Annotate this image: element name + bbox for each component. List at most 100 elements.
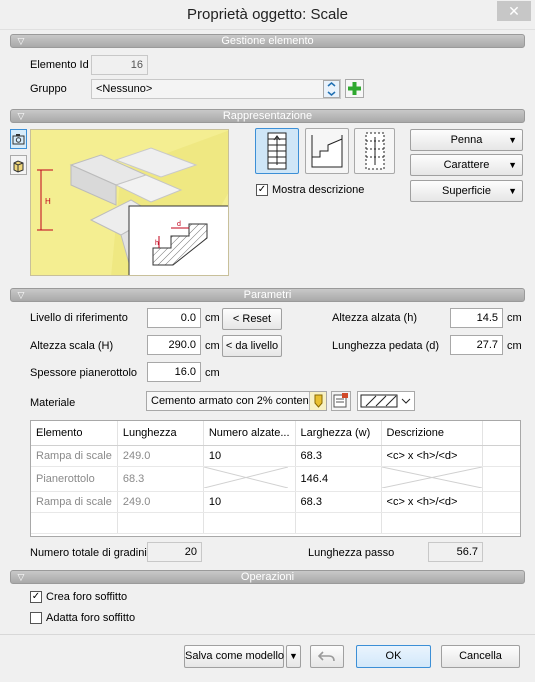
cell-numero-alzate[interactable]: 10 <box>203 445 296 467</box>
section-gestione-title: Gestione elemento <box>221 35 314 47</box>
material-swatch-icon[interactable] <box>309 392 326 410</box>
window-title: Proprietà oggetto: Scale <box>187 6 348 23</box>
section-parametri-title: Parametri <box>243 289 292 301</box>
dropdown-arrow-icon: ▼ <box>508 160 517 170</box>
section-parametri[interactable]: ▽ Parametri <box>10 288 525 302</box>
cell-descrizione[interactable]: <c> x <h>/<d> <box>381 445 483 467</box>
elements-table[interactable]: Elemento Lunghezza Numero alzate... Larg… <box>30 420 521 537</box>
ok-button[interactable]: OK <box>356 645 431 668</box>
plan-view-mode-button[interactable] <box>255 128 299 174</box>
cell-numero-alzate[interactable]: 10 <box>203 491 296 513</box>
lunghezza-pedata-input[interactable]: 27.7 <box>450 335 503 355</box>
cell-elemento: Rampa di scale <box>31 445 118 467</box>
column-header-lunghezza[interactable]: Lunghezza <box>117 421 204 446</box>
elemento-id-label: Elemento Id <box>30 59 89 71</box>
table-row[interactable]: Rampa di scale 249.0 10 68.3 <c> x <h>/<… <box>31 491 520 513</box>
cell-larghezza[interactable]: 68.3 <box>295 491 382 513</box>
cancella-button[interactable]: Cancella <box>441 645 520 668</box>
da-livello-button[interactable]: < da livello <box>222 335 282 357</box>
lunghezza-passo-label: Lunghezza passo <box>308 547 395 559</box>
section-operazioni[interactable]: ▽ Operazioni <box>10 570 525 584</box>
cell-lunghezza: 68.3 <box>117 466 204 492</box>
cell-filler <box>482 491 520 513</box>
livello-label: Livello di riferimento <box>30 312 128 324</box>
view-object-icon[interactable] <box>10 155 27 175</box>
altezza-alzata-unit: cm <box>507 312 522 324</box>
lunghezza-pedata-label: Lunghezza pedata (d) <box>332 340 440 352</box>
outline-view-mode-button[interactable] <box>354 128 395 174</box>
lunghezza-pedata-unit: cm <box>507 340 522 352</box>
cell-larghezza[interactable]: 68.3 <box>295 445 382 467</box>
column-header-descrizione[interactable]: Descrizione <box>381 421 483 446</box>
table-row[interactable]: Rampa di scale 249.0 10 68.3 <c> x <h>/<… <box>31 445 520 467</box>
superficie-dropdown-button[interactable]: Superficie ▼ <box>410 180 523 202</box>
section-view-mode-button[interactable] <box>305 128 349 174</box>
material-settings-icon[interactable] <box>331 391 351 411</box>
numero-gradini-label: Numero totale di gradini <box>30 547 147 559</box>
altezza-scala-unit: cm <box>205 340 220 352</box>
crea-foro-label[interactable]: Crea foro soffitto <box>46 591 127 603</box>
materiale-label: Materiale <box>30 397 76 409</box>
mostra-descrizione-checkbox[interactable]: ✓ <box>256 184 268 196</box>
dropdown-arrow-icon: ▼ <box>508 135 517 145</box>
numero-gradini-field: 20 <box>147 542 202 562</box>
adatta-foro-label[interactable]: Adatta foro soffitto <box>46 612 135 624</box>
lunghezza-passo-field: 56.7 <box>428 542 483 562</box>
view-3d-camera-icon[interactable] <box>10 129 27 149</box>
undo-icon[interactable] <box>310 645 344 668</box>
cell-filler <box>482 445 520 467</box>
carattere-dropdown-button[interactable]: Carattere ▼ <box>410 154 523 176</box>
spessore-input[interactable]: 16.0 <box>147 362 201 382</box>
altezza-scala-label: Altezza scala (H) <box>30 340 114 352</box>
penna-dropdown-button[interactable]: Penna ▼ <box>410 129 523 151</box>
section-gestione[interactable]: ▽ Gestione elemento <box>10 34 525 48</box>
section-rappresentazione-title: Rappresentazione <box>222 110 313 122</box>
close-button[interactable]: ✕ <box>497 1 531 21</box>
elemento-id-field: 16 <box>91 55 148 75</box>
add-group-icon[interactable] <box>345 79 364 98</box>
column-header-elemento[interactable]: Elemento <box>31 421 118 446</box>
collapse-chevron-icon[interactable]: ▽ <box>14 571 28 583</box>
mostra-descrizione-label[interactable]: Mostra descrizione <box>272 184 364 196</box>
preview-label-H: H <box>45 197 51 206</box>
crea-foro-checkbox[interactable]: ✓ <box>30 591 42 603</box>
preview-label-d: d <box>177 221 181 228</box>
cell-larghezza[interactable]: 146.4 <box>295 466 382 492</box>
group-picker-icon[interactable] <box>323 80 340 98</box>
cell-filler <box>482 466 520 492</box>
materiale-select[interactable]: Cemento armato con 2% contene <box>146 391 327 411</box>
altezza-alzata-label: Altezza alzata (h) <box>332 312 417 324</box>
collapse-chevron-icon[interactable]: ▽ <box>14 289 28 301</box>
footer-divider <box>0 634 535 635</box>
cell-elemento: Pianerottolo <box>31 466 118 492</box>
superficie-label: Superficie <box>442 185 491 197</box>
reset-button[interactable]: < Reset <box>222 308 282 330</box>
dropdown-arrow-icon: ▼ <box>508 186 517 196</box>
column-header-numero-alzate[interactable]: Numero alzate... <box>203 421 296 446</box>
cell-descrizione[interactable]: <c> x <h>/<d> <box>381 491 483 513</box>
cell-lunghezza: 249.0 <box>117 445 204 467</box>
altezza-alzata-input[interactable]: 14.5 <box>450 308 503 328</box>
penna-label: Penna <box>450 134 483 146</box>
livello-input[interactable]: 0.0 <box>147 308 201 328</box>
adatta-foro-checkbox[interactable] <box>30 612 42 624</box>
preview-label-h: h <box>155 240 159 247</box>
column-header-larghezza[interactable]: Larghezza (w) <box>295 421 382 446</box>
salva-modello-button[interactable]: Salva come modello <box>184 645 284 668</box>
gruppo-label: Gruppo <box>30 83 67 95</box>
collapse-chevron-icon[interactable]: ▽ <box>14 35 28 47</box>
cell-descrizione-disabled <box>381 466 483 492</box>
column-header-filler <box>482 421 520 446</box>
table-header-row: Elemento Lunghezza Numero alzate... Larg… <box>31 421 520 446</box>
salva-modello-dropdown-icon[interactable]: ▼ <box>286 645 301 668</box>
spessore-label: Spessore pianerottolo <box>30 367 138 379</box>
table-row-empty <box>31 512 520 534</box>
gruppo-select[interactable]: <Nessuno> <box>91 79 341 99</box>
spessore-unit: cm <box>205 367 220 379</box>
table-row[interactable]: Pianerottolo 68.3 146.4 <box>31 466 520 492</box>
altezza-scala-input[interactable]: 290.0 <box>147 335 201 355</box>
collapse-chevron-icon[interactable]: ▽ <box>14 110 28 122</box>
section-rappresentazione[interactable]: ▽ Rappresentazione <box>10 109 525 123</box>
cell-lunghezza: 249.0 <box>117 491 204 513</box>
hatch-pattern-select[interactable] <box>357 391 415 411</box>
